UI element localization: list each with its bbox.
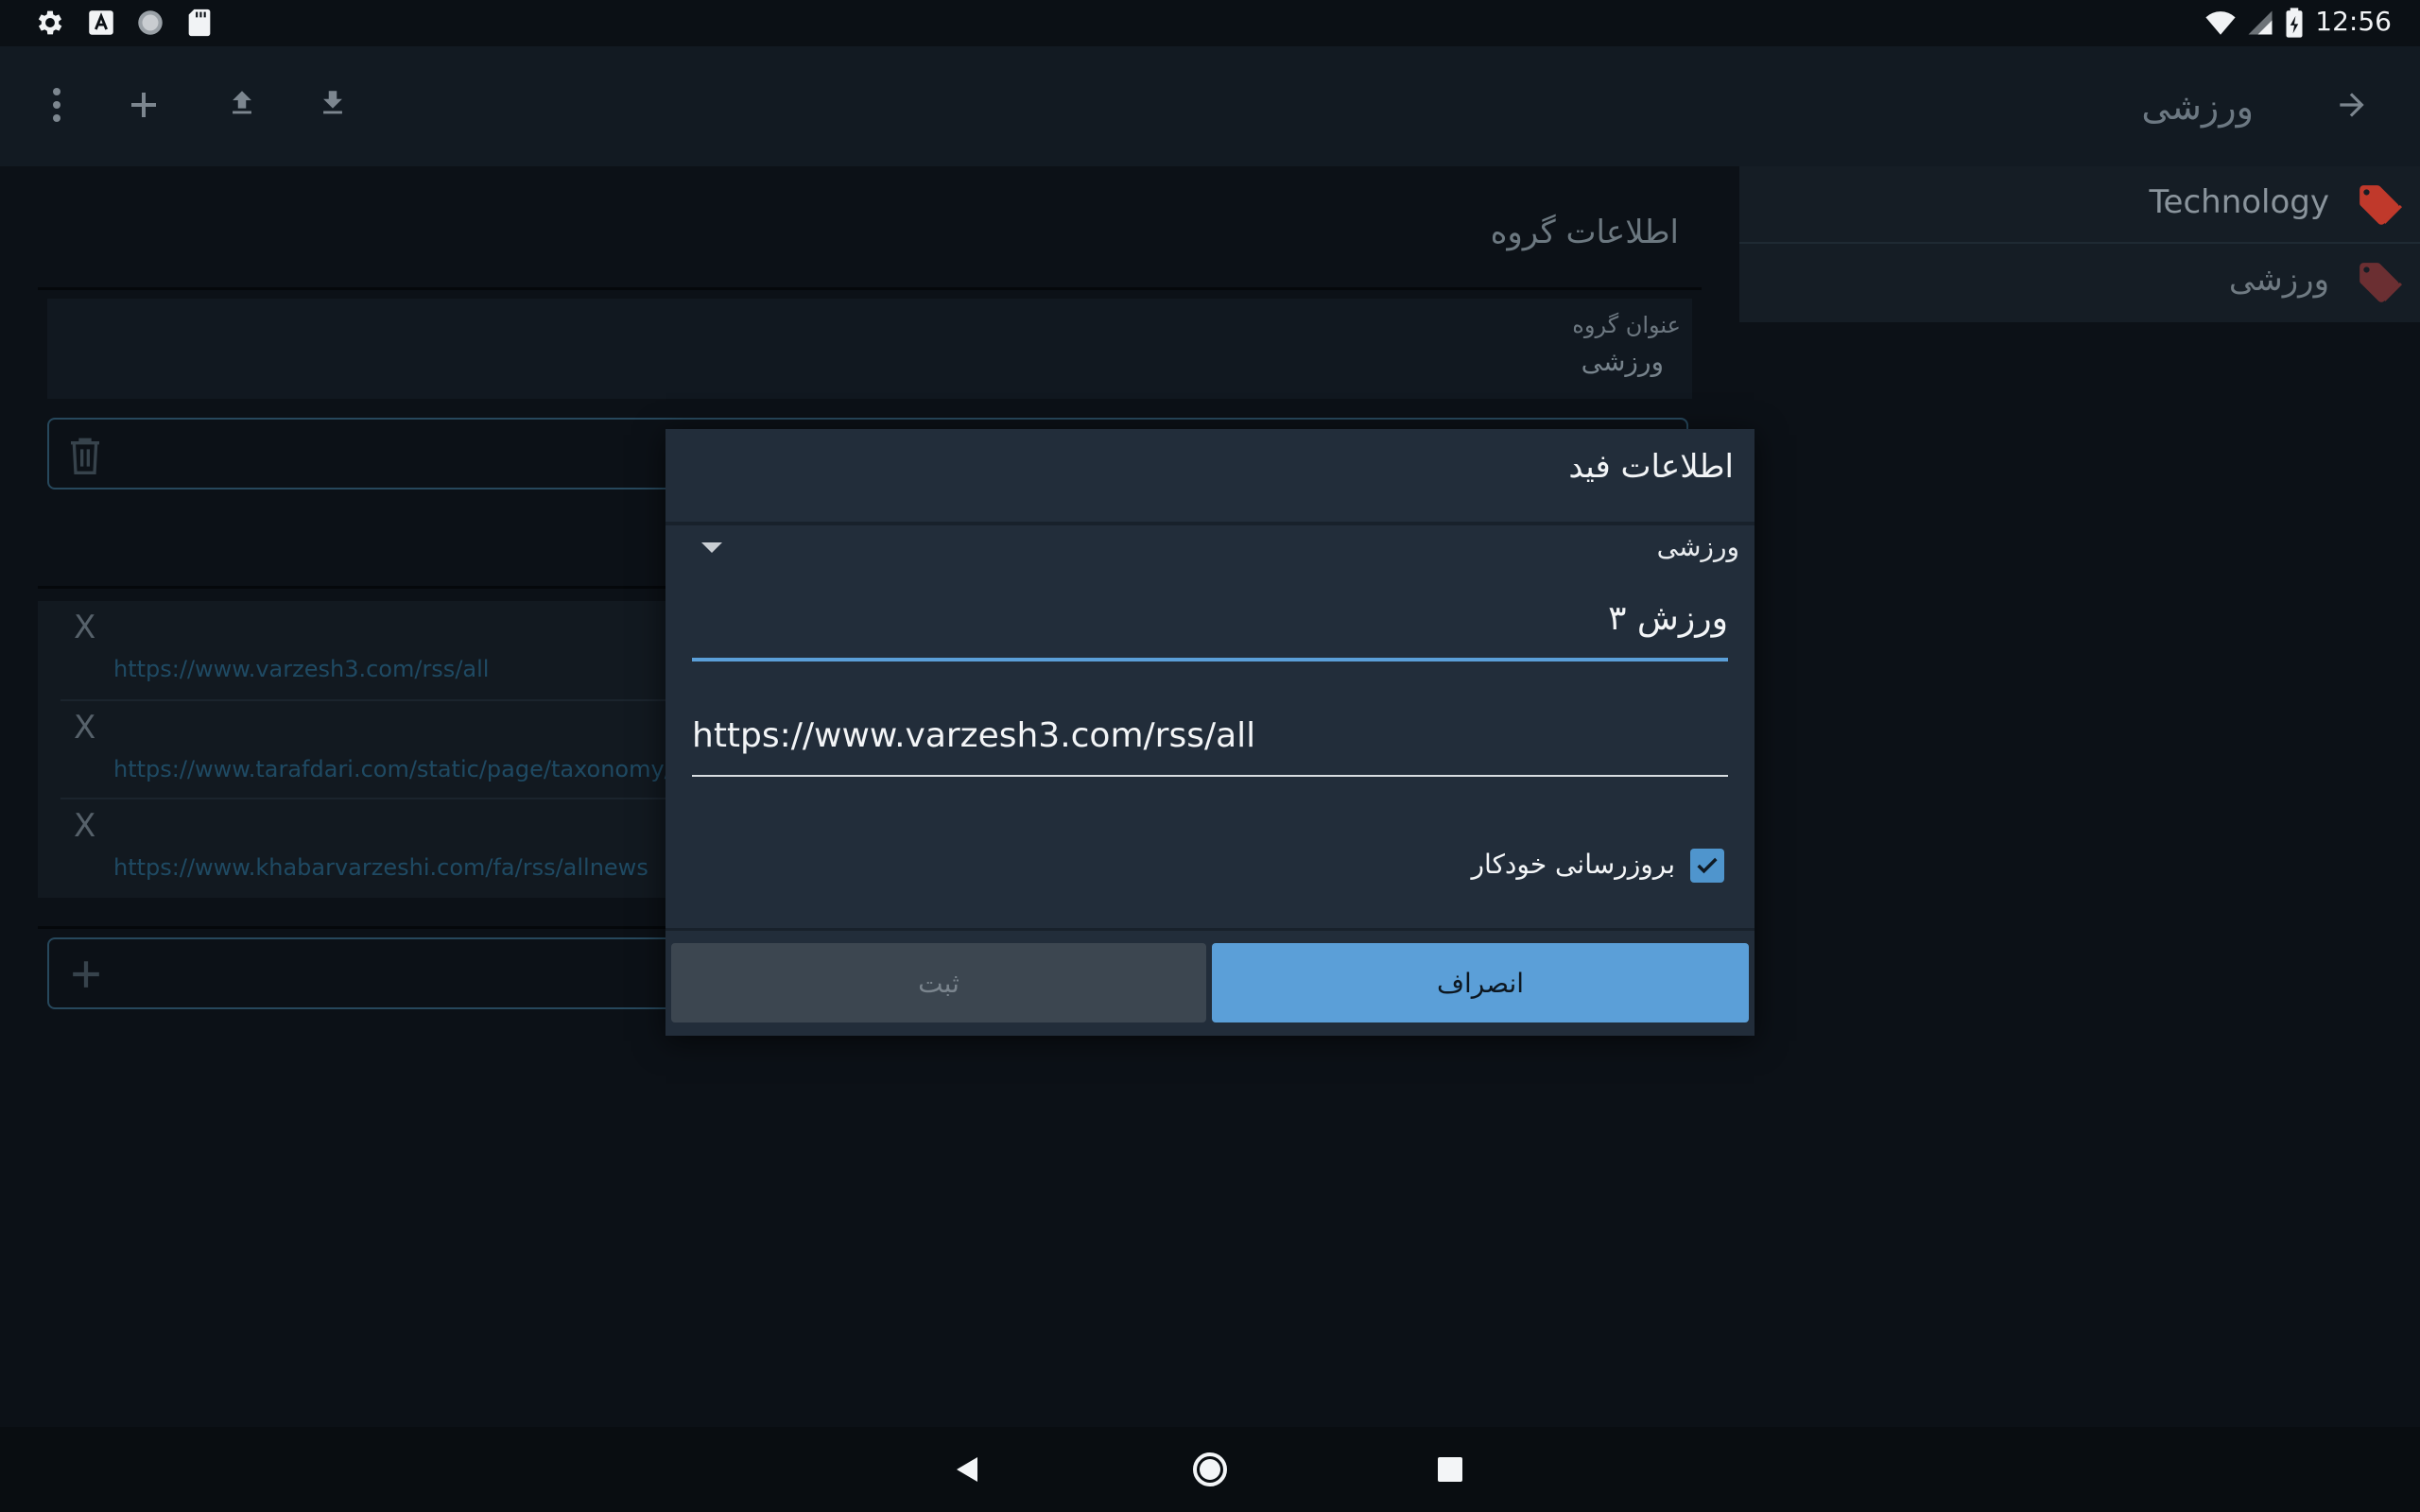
divider — [38, 287, 1702, 290]
tag-icon — [2356, 181, 2403, 229]
tag-icon — [2356, 259, 2403, 306]
input-underline — [692, 658, 1728, 662]
chevron-down-icon — [701, 542, 722, 553]
download-icon[interactable] — [304, 75, 361, 131]
section-title: اطلاعات گروه — [1490, 214, 1679, 251]
add-icon — [70, 958, 102, 990]
trash-icon — [66, 435, 104, 476]
field-label: عنوان گروه — [1572, 312, 1681, 338]
feed-name-value: ورزش ۳ — [1608, 599, 1728, 638]
feed-url: https://www.tarafdari.com/static/page/ta… — [113, 756, 715, 782]
more-vert-icon[interactable] — [28, 77, 85, 133]
battery-charging-icon — [2282, 7, 2307, 39]
auto-update-label: بروزرسانی خودکار — [1471, 849, 1675, 880]
cancel-button[interactable]: انصراف — [1212, 943, 1749, 1022]
signal-icon — [2246, 7, 2278, 39]
field-value: ورزشی — [1581, 346, 1664, 377]
tag-label: ورزشی — [2228, 261, 2329, 299]
tag-item[interactable]: Technology — [1739, 166, 2420, 242]
upload-icon[interactable] — [214, 75, 270, 131]
wifi-icon — [2203, 7, 2236, 39]
home-icon[interactable] — [1188, 1448, 1232, 1491]
tag-label: Technology — [2149, 183, 2329, 221]
remove-feed-button[interactable]: X — [74, 609, 95, 646]
feed-url-value: https://www.varzesh3.com/rss/all — [692, 716, 1256, 755]
page-title: ورزشی — [2141, 86, 2254, 128]
feed-info-dialog: اطلاعات فید ورزشی ورزش ۳ https://www.var… — [666, 429, 1754, 1036]
feed-url: https://www.khabarvarzeshi.com/fa/rss/al… — [113, 854, 648, 881]
input-underline — [692, 775, 1728, 777]
gear-icon — [34, 7, 66, 39]
dialog-title: اطلاعات فید — [1568, 448, 1734, 486]
back-icon[interactable] — [945, 1448, 989, 1491]
arrow-forward-icon[interactable] — [2324, 77, 2380, 133]
tag-item[interactable]: ورزشی — [1739, 244, 2420, 319]
status-bar: 12:56 — [0, 0, 2420, 46]
tag-list: Technology ورزشی — [1739, 166, 2420, 322]
remove-feed-button[interactable]: X — [74, 807, 95, 845]
check-icon — [1697, 857, 1718, 874]
divider — [666, 522, 1754, 525]
sd-card-icon — [183, 7, 216, 39]
toolbar: ورزشی — [0, 46, 2420, 166]
feed-name-input[interactable]: ورزش ۳ — [692, 599, 1728, 675]
group-title-field[interactable]: عنوان گروه ورزشی — [47, 299, 1692, 399]
submit-button[interactable]: ثبت — [671, 943, 1206, 1022]
keyboard-a-icon — [85, 7, 117, 39]
feed-url: https://www.varzesh3.com/rss/all — [113, 656, 490, 682]
clock: 12:56 — [2315, 6, 2392, 37]
add-icon[interactable] — [115, 77, 172, 133]
circle-icon — [134, 7, 166, 39]
feed-url-input[interactable]: https://www.varzesh3.com/rss/all — [692, 716, 1728, 792]
navigation-bar — [0, 1427, 2420, 1512]
group-select-value: ورزشی — [1656, 531, 1739, 562]
divider — [666, 928, 1754, 931]
recents-icon[interactable] — [1428, 1448, 1472, 1491]
auto-update-checkbox[interactable] — [1690, 849, 1724, 883]
remove-feed-button[interactable]: X — [74, 709, 95, 747]
